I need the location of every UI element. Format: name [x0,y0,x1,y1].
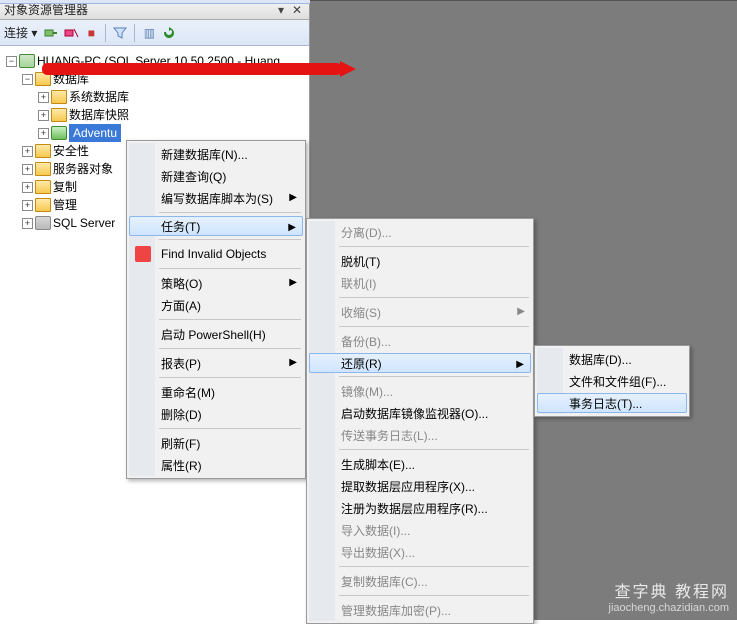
menu-offline[interactable]: 脱机(T) [309,250,531,272]
chevron-right-icon: ▶ [288,222,296,233]
chevron-right-icon: ▶ [516,359,524,370]
menu-ship-logs[interactable]: 传送事务日志(L)... [309,424,531,446]
stop-icon[interactable]: ■ [83,25,99,41]
chevron-right-icon: ▶ [517,306,525,317]
menu-import[interactable]: 导入数据(I)... [309,519,531,541]
menu-new-query[interactable]: 新建查询(Q) [129,165,303,187]
menu-powershell[interactable]: 启动 PowerShell(H) [129,323,303,345]
database-context-menu: 新建数据库(N)... 新建查询(Q) 编写数据库脚本为(S)▶ 任务(T)▶ … [126,140,306,479]
menu-reports[interactable]: 报表(P)▶ [129,352,303,374]
menu-detach[interactable]: 分离(D)... [309,221,531,243]
menu-restore[interactable]: 还原(R)▶ [309,353,531,373]
pin-icon[interactable]: ▾ [273,3,289,17]
menu-rename[interactable]: 重命名(M) [129,381,303,403]
menu-tasks[interactable]: 任务(T)▶ [129,216,303,236]
menu-extract-dac[interactable]: 提取数据层应用程序(X)... [309,475,531,497]
menu-mirror[interactable]: 镜像(M)... [309,380,531,402]
restore-submenu: 数据库(D)... 文件和文件组(F)... 事务日志(T)... [534,345,690,417]
tasks-submenu: 分离(D)... 脱机(T) 联机(I) 收缩(S)▶ 备份(B)... 还原(… [306,218,534,624]
menu-policies[interactable]: 策略(O)▶ [129,272,303,294]
menu-launch-monitor[interactable]: 启动数据库镜像监视器(O)... [309,402,531,424]
refresh-icon[interactable] [161,25,177,41]
menu-gen-scripts[interactable]: 生成脚本(E)... [309,453,531,475]
chevron-right-icon: ▶ [289,192,297,203]
menu-delete[interactable]: 删除(D) [129,403,303,425]
menu-export[interactable]: 导出数据(X)... [309,541,531,563]
menu-script-db[interactable]: 编写数据库脚本为(S)▶ [129,187,303,209]
watermark: 查字典 教程网 jiaocheng.chazidian.com [609,578,729,614]
redaction-mark [42,63,342,75]
menu-new-database[interactable]: 新建数据库(N)... [129,143,303,165]
menu-restore-database[interactable]: 数据库(D)... [537,348,687,370]
menu-online[interactable]: 联机(I) [309,272,531,294]
menu-manage-enc[interactable]: 管理数据库加密(P)... [309,599,531,621]
filter-icon[interactable] [112,25,128,41]
menu-backup[interactable]: 备份(B)... [309,330,531,352]
watermark-title: 查字典 教程网 [609,578,729,602]
object-explorer-toolbar: 连接 ▾ ■ ▥ [0,20,309,46]
menu-restore-files[interactable]: 文件和文件组(F)... [537,370,687,392]
menu-restore-txlog[interactable]: 事务日志(T)... [537,393,687,413]
menu-refresh[interactable]: 刷新(F) [129,432,303,454]
watermark-url: jiaocheng.chazidian.com [609,602,729,614]
pile-icon[interactable]: ▥ [141,25,157,41]
selected-db-label: Adventu [69,124,121,142]
menu-register-dac[interactable]: 注册为数据层应用程序(R)... [309,497,531,519]
chevron-right-icon: ▶ [289,277,297,288]
sys-db-node[interactable]: +系统数据库 [6,88,309,106]
menu-copy-db[interactable]: 复制数据库(C)... [309,570,531,592]
menu-facets[interactable]: 方面(A) [129,294,303,316]
connect-icon[interactable] [43,25,59,41]
find-invalid-icon [135,246,151,262]
menu-properties[interactable]: 属性(R) [129,454,303,476]
snapshot-node[interactable]: +数据库快照 [6,106,309,124]
menu-find-invalid[interactable]: Find Invalid Objects [129,243,303,265]
chevron-right-icon: ▶ [289,357,297,368]
menu-shrink[interactable]: 收缩(S)▶ [309,301,531,323]
disconnect-icon[interactable] [63,25,79,41]
close-icon[interactable]: ✕ [289,3,305,17]
connect-dropdown[interactable]: 连接 ▾ [4,24,37,41]
